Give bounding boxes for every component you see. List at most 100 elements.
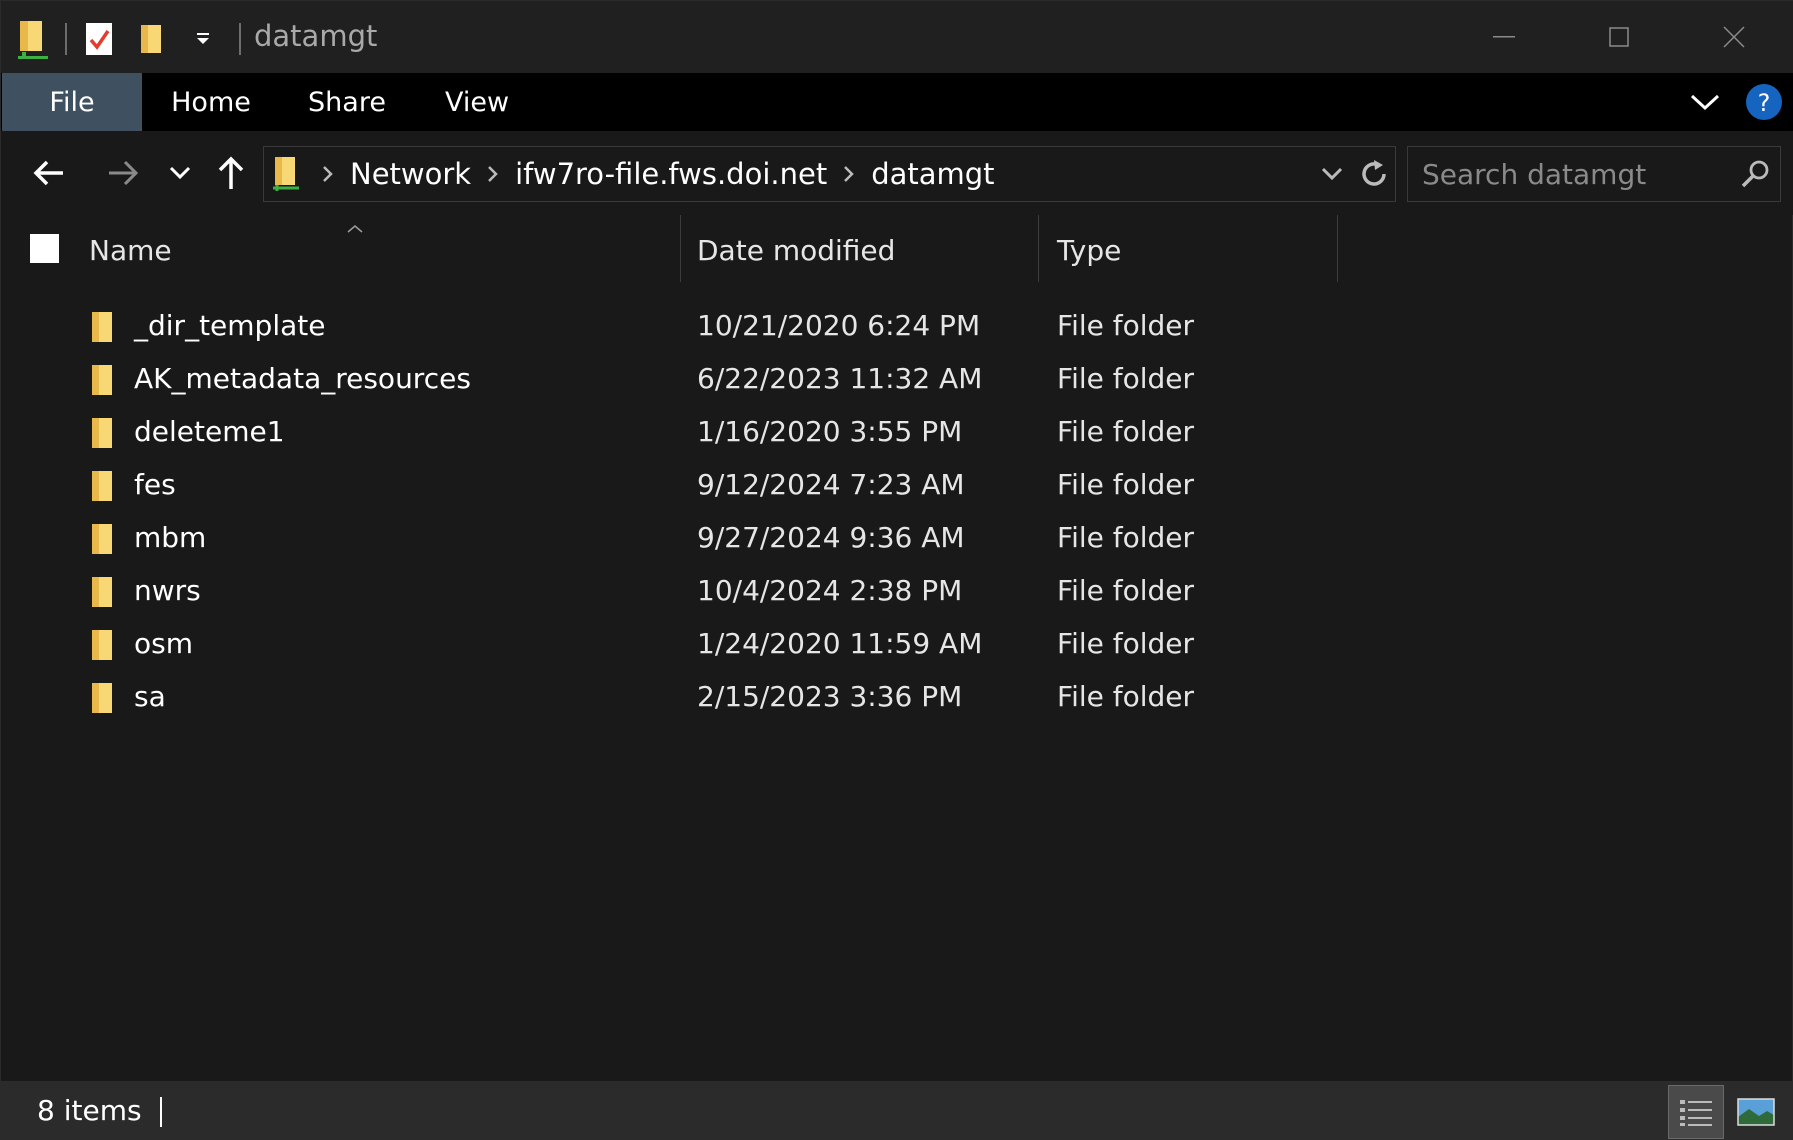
file-name[interactable]: AK_metadata_resources bbox=[134, 362, 471, 395]
chevron-down-icon bbox=[169, 166, 191, 180]
minimize-button[interactable] bbox=[1446, 1, 1561, 73]
file-type: File folder bbox=[1057, 309, 1195, 342]
file-row[interactable]: osm 1/24/2020 11:59 AM File folder bbox=[1, 619, 1793, 672]
tab-view[interactable]: View bbox=[433, 73, 521, 131]
breadcrumb: Network ifw7ro-file.fws.doi.net datamgt bbox=[264, 147, 995, 201]
breadcrumb-separator-icon[interactable] bbox=[833, 165, 865, 183]
file-name[interactable]: mbm bbox=[134, 521, 206, 554]
file-date-modified: 1/24/2020 11:59 AM bbox=[697, 627, 983, 660]
maximize-button[interactable] bbox=[1561, 1, 1676, 73]
column-divider[interactable] bbox=[680, 215, 681, 282]
file-row[interactable]: deleteme1 1/16/2020 3:55 PM File folder bbox=[1, 407, 1793, 460]
back-button[interactable] bbox=[27, 149, 71, 197]
search-icon bbox=[1741, 160, 1769, 188]
status-divider bbox=[160, 1097, 162, 1127]
tab-home[interactable]: Home bbox=[159, 73, 263, 131]
search-input[interactable] bbox=[1408, 147, 1728, 201]
file-date-modified: 10/4/2024 2:38 PM bbox=[697, 574, 963, 607]
folder-icon bbox=[89, 310, 115, 348]
file-type: File folder bbox=[1057, 415, 1195, 448]
large-icons-view-button[interactable] bbox=[1728, 1085, 1784, 1139]
customize-toolbar-icon[interactable] bbox=[183, 15, 223, 63]
chevron-down-icon bbox=[1690, 94, 1720, 111]
file-name[interactable]: sa bbox=[134, 680, 166, 713]
file-row[interactable]: sa 2/15/2023 3:36 PM File folder bbox=[1, 672, 1793, 725]
file-date-modified: 9/12/2024 7:23 AM bbox=[697, 468, 965, 501]
new-folder-icon[interactable] bbox=[131, 15, 171, 63]
ribbon-tab-bar: File Home Share View ? bbox=[1, 73, 1793, 131]
search-button[interactable] bbox=[1732, 147, 1778, 201]
file-date-modified: 2/15/2023 3:36 PM bbox=[697, 680, 963, 713]
address-bar[interactable]: Network ifw7ro-file.fws.doi.net datamgt bbox=[263, 146, 1396, 202]
status-bar: 8 items bbox=[1, 1081, 1793, 1140]
navigation-bar: Network ifw7ro-file.fws.doi.net datamgt bbox=[1, 131, 1793, 215]
file-row[interactable]: _dir_template 10/21/2020 6:24 PM File fold… bbox=[1, 301, 1793, 354]
file-date-modified: 9/27/2024 9:36 AM bbox=[697, 521, 965, 554]
address-history-button[interactable] bbox=[1314, 147, 1350, 201]
window-title: datamgt bbox=[254, 19, 378, 53]
column-divider[interactable] bbox=[1038, 215, 1039, 282]
select-all-checkbox[interactable] bbox=[30, 234, 59, 263]
file-type: File folder bbox=[1057, 627, 1195, 660]
file-type: File folder bbox=[1057, 574, 1195, 607]
breadcrumb-current-folder[interactable]: datamgt bbox=[871, 157, 994, 191]
file-row[interactable]: mbm 9/27/2024 9:36 AM File folder bbox=[1, 513, 1793, 566]
breadcrumb-network[interactable]: Network bbox=[350, 157, 471, 191]
breadcrumb-separator-icon[interactable] bbox=[477, 165, 509, 183]
minimize-icon bbox=[1492, 36, 1515, 38]
file-row[interactable]: AK_metadata_resources 6/22/2023 11:32 AM F… bbox=[1, 354, 1793, 407]
column-header-type[interactable]: Type bbox=[1057, 215, 1337, 285]
help-button[interactable]: ? bbox=[1734, 73, 1793, 131]
file-type: File folder bbox=[1057, 468, 1195, 501]
refresh-icon bbox=[1362, 160, 1386, 186]
file-date-modified: 10/21/2020 6:24 PM bbox=[697, 309, 981, 342]
column-header-date-modified[interactable]: Date modified bbox=[697, 215, 1037, 285]
forward-button[interactable] bbox=[101, 149, 145, 197]
title-bar: datamgt bbox=[1, 1, 1793, 73]
arrow-left-icon bbox=[33, 160, 63, 186]
maximize-icon bbox=[1608, 27, 1629, 47]
toolbar-separator bbox=[239, 23, 241, 55]
expand-ribbon-button[interactable] bbox=[1676, 73, 1734, 131]
breadcrumb-separator-icon[interactable] bbox=[312, 165, 344, 183]
file-date-modified: 1/16/2020 3:55 PM bbox=[697, 415, 963, 448]
close-button[interactable] bbox=[1676, 1, 1791, 73]
tab-share[interactable]: Share bbox=[299, 73, 395, 131]
folder-icon bbox=[89, 363, 115, 401]
svg-text:?: ? bbox=[1758, 89, 1771, 117]
tab-file[interactable]: File bbox=[2, 73, 142, 131]
details-view-icon bbox=[1680, 1100, 1712, 1126]
refresh-button[interactable] bbox=[1352, 147, 1396, 201]
properties-icon[interactable] bbox=[79, 15, 119, 63]
file-name[interactable]: osm bbox=[134, 627, 193, 660]
arrow-up-icon bbox=[218, 156, 244, 189]
chevron-down-icon bbox=[1321, 167, 1343, 181]
large-icons-view-icon bbox=[1737, 1098, 1775, 1126]
search-box[interactable] bbox=[1407, 146, 1781, 202]
folder-icon bbox=[89, 469, 115, 507]
file-date-modified: 6/22/2023 11:32 AM bbox=[697, 362, 983, 395]
file-name[interactable]: nwrs bbox=[134, 574, 201, 607]
file-name[interactable]: _dir_template bbox=[134, 309, 325, 342]
up-button[interactable] bbox=[213, 149, 249, 197]
ribbon-controls: ? bbox=[1676, 73, 1793, 131]
column-divider[interactable] bbox=[1337, 215, 1338, 282]
breadcrumb-server[interactable]: ifw7ro-file.fws.doi.net bbox=[515, 157, 827, 191]
folder-icon bbox=[89, 522, 115, 560]
file-type: File folder bbox=[1057, 521, 1195, 554]
file-row[interactable]: nwrs 10/4/2024 2:38 PM File folder bbox=[1, 566, 1793, 619]
file-name[interactable]: fes bbox=[134, 468, 176, 501]
column-header-name[interactable]: Name bbox=[89, 215, 679, 285]
folder-icon bbox=[89, 628, 115, 666]
close-icon bbox=[1722, 26, 1745, 48]
item-count: 8 items bbox=[37, 1094, 142, 1127]
network-folder-icon[interactable] bbox=[13, 15, 53, 63]
explorer-window: datamgt File Home Share View ? Network i… bbox=[0, 0, 1793, 1140]
details-view-button[interactable] bbox=[1668, 1085, 1724, 1139]
help-icon: ? bbox=[1746, 84, 1782, 120]
file-row[interactable]: fes 9/12/2024 7:23 AM File folder bbox=[1, 460, 1793, 513]
file-name[interactable]: deleteme1 bbox=[134, 415, 285, 448]
toolbar-separator bbox=[65, 23, 67, 55]
folder-icon bbox=[89, 575, 115, 613]
recent-locations-button[interactable] bbox=[165, 149, 195, 197]
